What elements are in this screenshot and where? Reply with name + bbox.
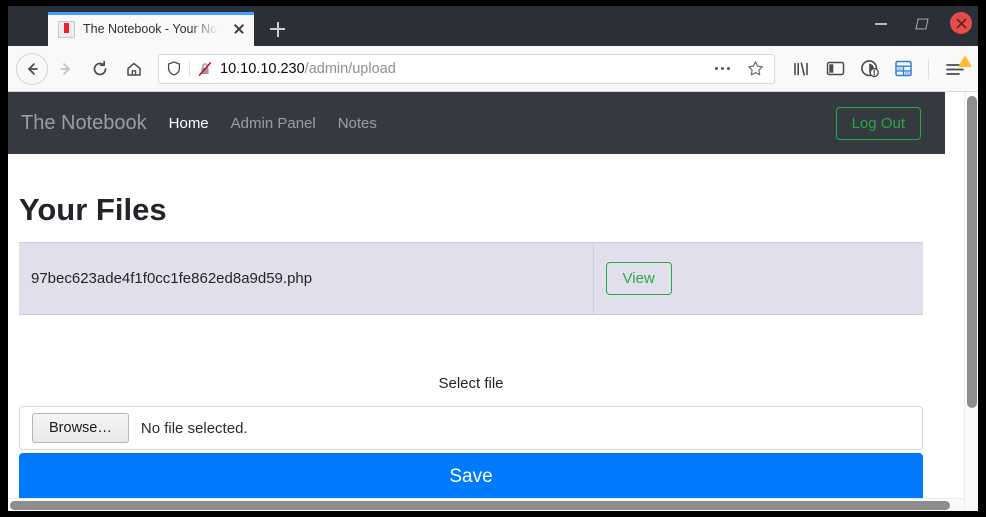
browser-tab[interactable]: The Notebook - Your Not <box>48 12 254 46</box>
no-file-selected-text: No file selected. <box>140 419 248 437</box>
web-page: The Notebook Home Admin Panel Notes Log … <box>8 92 945 511</box>
files-table: 97bec623ade4f1f0cc1fe862ed8a9d59.php Vie… <box>19 242 923 315</box>
window-controls <box>870 12 972 34</box>
browse-button[interactable]: Browse… <box>32 413 129 443</box>
library-icon[interactable] <box>787 55 815 83</box>
file-name-cell: 97bec623ade4f1f0cc1fe862ed8a9d59.php <box>19 242 594 315</box>
upload-form: Select file Browse… No file selected. Sa… <box>19 315 923 501</box>
page-container: Your Files 97bec623ade4f1f0cc1fe862ed8a9… <box>8 154 945 501</box>
maximize-icon[interactable] <box>910 12 932 34</box>
hamburger-menu-icon[interactable] <box>940 54 972 83</box>
file-action-cell: View <box>593 242 923 315</box>
insecure-lock-icon[interactable] <box>196 60 214 78</box>
horizontal-scrollbar[interactable] <box>8 498 964 511</box>
forward-arrow-icon <box>50 53 82 85</box>
select-file-label: Select file <box>438 375 504 392</box>
toolbar-divider <box>928 58 929 79</box>
close-icon[interactable] <box>230 20 248 38</box>
containers-icon[interactable] <box>889 55 917 83</box>
nav-link-notes[interactable]: Notes <box>338 115 377 132</box>
browser-window: The Notebook - Your Not 10.10.10.230/adm… <box>8 6 978 511</box>
tab-title: The Notebook - Your Not <box>83 22 221 36</box>
site-nav-links: Home Admin Panel Notes <box>169 115 377 132</box>
site-navbar: The Notebook Home Admin Panel Notes Log … <box>8 92 945 154</box>
url-path: /admin/upload <box>304 60 396 77</box>
star-icon[interactable] <box>742 56 768 82</box>
sidebar-icon[interactable] <box>821 55 849 83</box>
new-tab-button[interactable] <box>258 12 296 46</box>
notebook-icon <box>58 20 75 38</box>
update-warning-icon <box>958 54 972 67</box>
view-button[interactable]: View <box>605 262 672 295</box>
tab-strip: The Notebook - Your Not <box>8 6 978 46</box>
home-icon[interactable] <box>118 53 150 85</box>
nav-link-admin-panel[interactable]: Admin Panel <box>231 115 316 132</box>
vertical-scrollbar[interactable] <box>964 92 978 511</box>
save-button[interactable]: Save <box>19 453 923 501</box>
url-divider <box>189 60 190 77</box>
browser-toolbar: 10.10.10.230/admin/upload <box>8 46 978 92</box>
close-icon[interactable] <box>950 12 972 34</box>
page-title: Your Files <box>19 192 167 227</box>
ellipsis-icon[interactable] <box>708 55 736 83</box>
site-brand[interactable]: The Notebook <box>21 112 147 135</box>
account-sync-icon[interactable] <box>855 55 883 83</box>
reload-icon[interactable] <box>84 53 116 85</box>
url-text[interactable]: 10.10.10.230/admin/upload <box>220 61 702 77</box>
shield-icon[interactable] <box>165 60 183 78</box>
toolbar-icons <box>787 54 972 83</box>
logout-button[interactable]: Log Out <box>835 106 921 140</box>
file-input[interactable]: Browse… No file selected. <box>19 406 923 450</box>
table-row: 97bec623ade4f1f0cc1fe862ed8a9d59.php Vie… <box>19 242 923 315</box>
horizontal-scrollbar-thumb[interactable] <box>10 501 950 510</box>
nav-link-home[interactable]: Home <box>169 115 209 132</box>
url-bar[interactable]: 10.10.10.230/admin/upload <box>158 53 775 84</box>
vertical-scrollbar-thumb[interactable] <box>967 96 977 408</box>
page-viewport: The Notebook Home Admin Panel Notes Log … <box>8 92 978 511</box>
minimize-icon[interactable] <box>870 12 892 34</box>
url-host: 10.10.10.230 <box>220 60 305 77</box>
back-arrow-icon[interactable] <box>16 53 48 85</box>
